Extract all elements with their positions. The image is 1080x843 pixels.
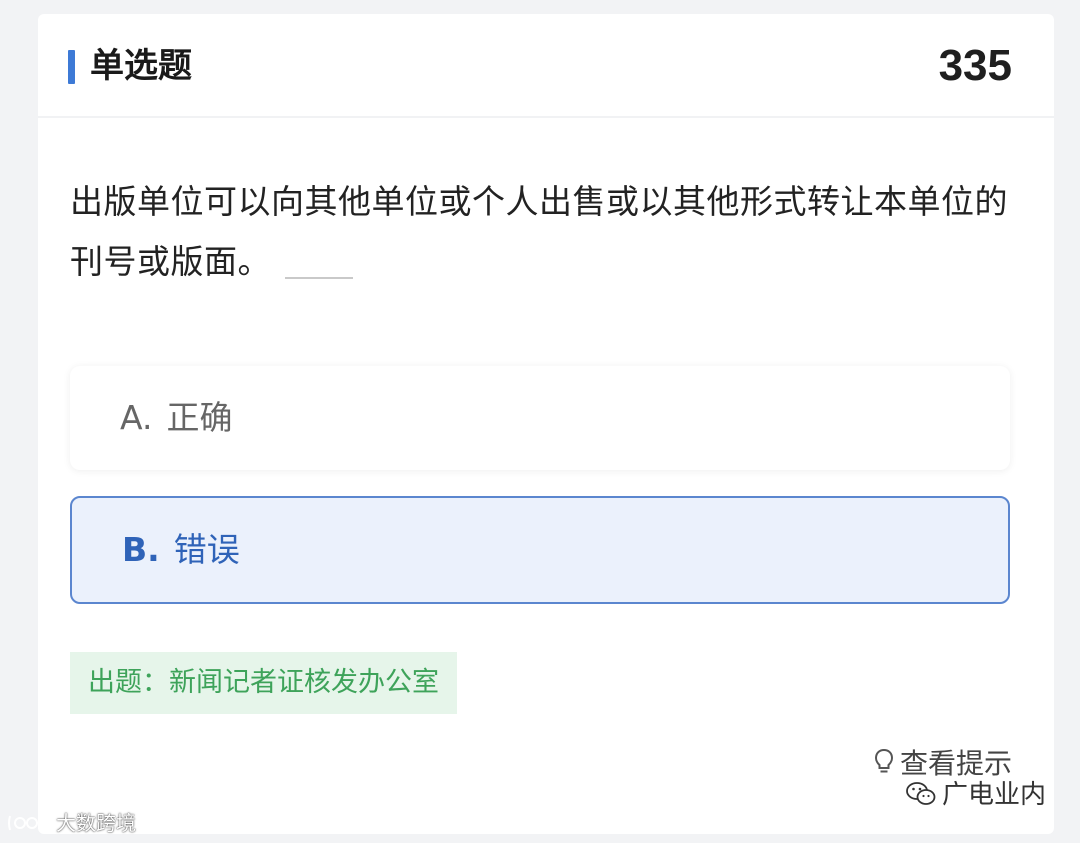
option-b-letter: B. [122, 530, 160, 569]
question-text: 出版单位可以向其他单位或个人出售或以其他形式转让本单位的刊号或版面。 [70, 172, 1020, 292]
question-type-label: 单选题 [90, 46, 192, 86]
view-hint-label: 查看提示 [899, 747, 1012, 780]
question-body: 出版单位可以向其他单位或个人出售或以其他形式转让本单位的刊号或版面。 [70, 182, 1008, 281]
lightbulb-icon [874, 748, 893, 773]
option-b[interactable]: B. 错误 [70, 496, 1010, 604]
brand-logo-icon [8, 815, 49, 830]
question-source: 出题：新闻记者证核发办公室 [70, 652, 457, 714]
option-a[interactable]: A. 正确 [70, 366, 1010, 470]
wechat-watermark-label: 广电业内 [941, 780, 1046, 810]
brand-watermark: 大数跨境 [6, 810, 136, 836]
question-header: 单选题 335 [38, 14, 1054, 118]
option-a-letter: A. [120, 398, 153, 437]
wechat-icon [906, 781, 936, 805]
option-b-content: B. 错误 [122, 498, 240, 602]
option-a-label: 正确 [166, 398, 233, 437]
answer-blank [285, 276, 353, 279]
question-card: 单选题 335 出版单位可以向其他单位或个人出售或以其他形式转让本单位的刊号或版… [38, 14, 1054, 834]
option-a-content: A. 正确 [120, 366, 232, 470]
accent-bar [68, 50, 75, 84]
option-b-label: 错误 [173, 530, 240, 569]
question-number: 335 [938, 41, 1012, 90]
brand-watermark-label: 大数跨境 [56, 811, 136, 835]
wechat-watermark: 广电业内 [906, 778, 1046, 812]
